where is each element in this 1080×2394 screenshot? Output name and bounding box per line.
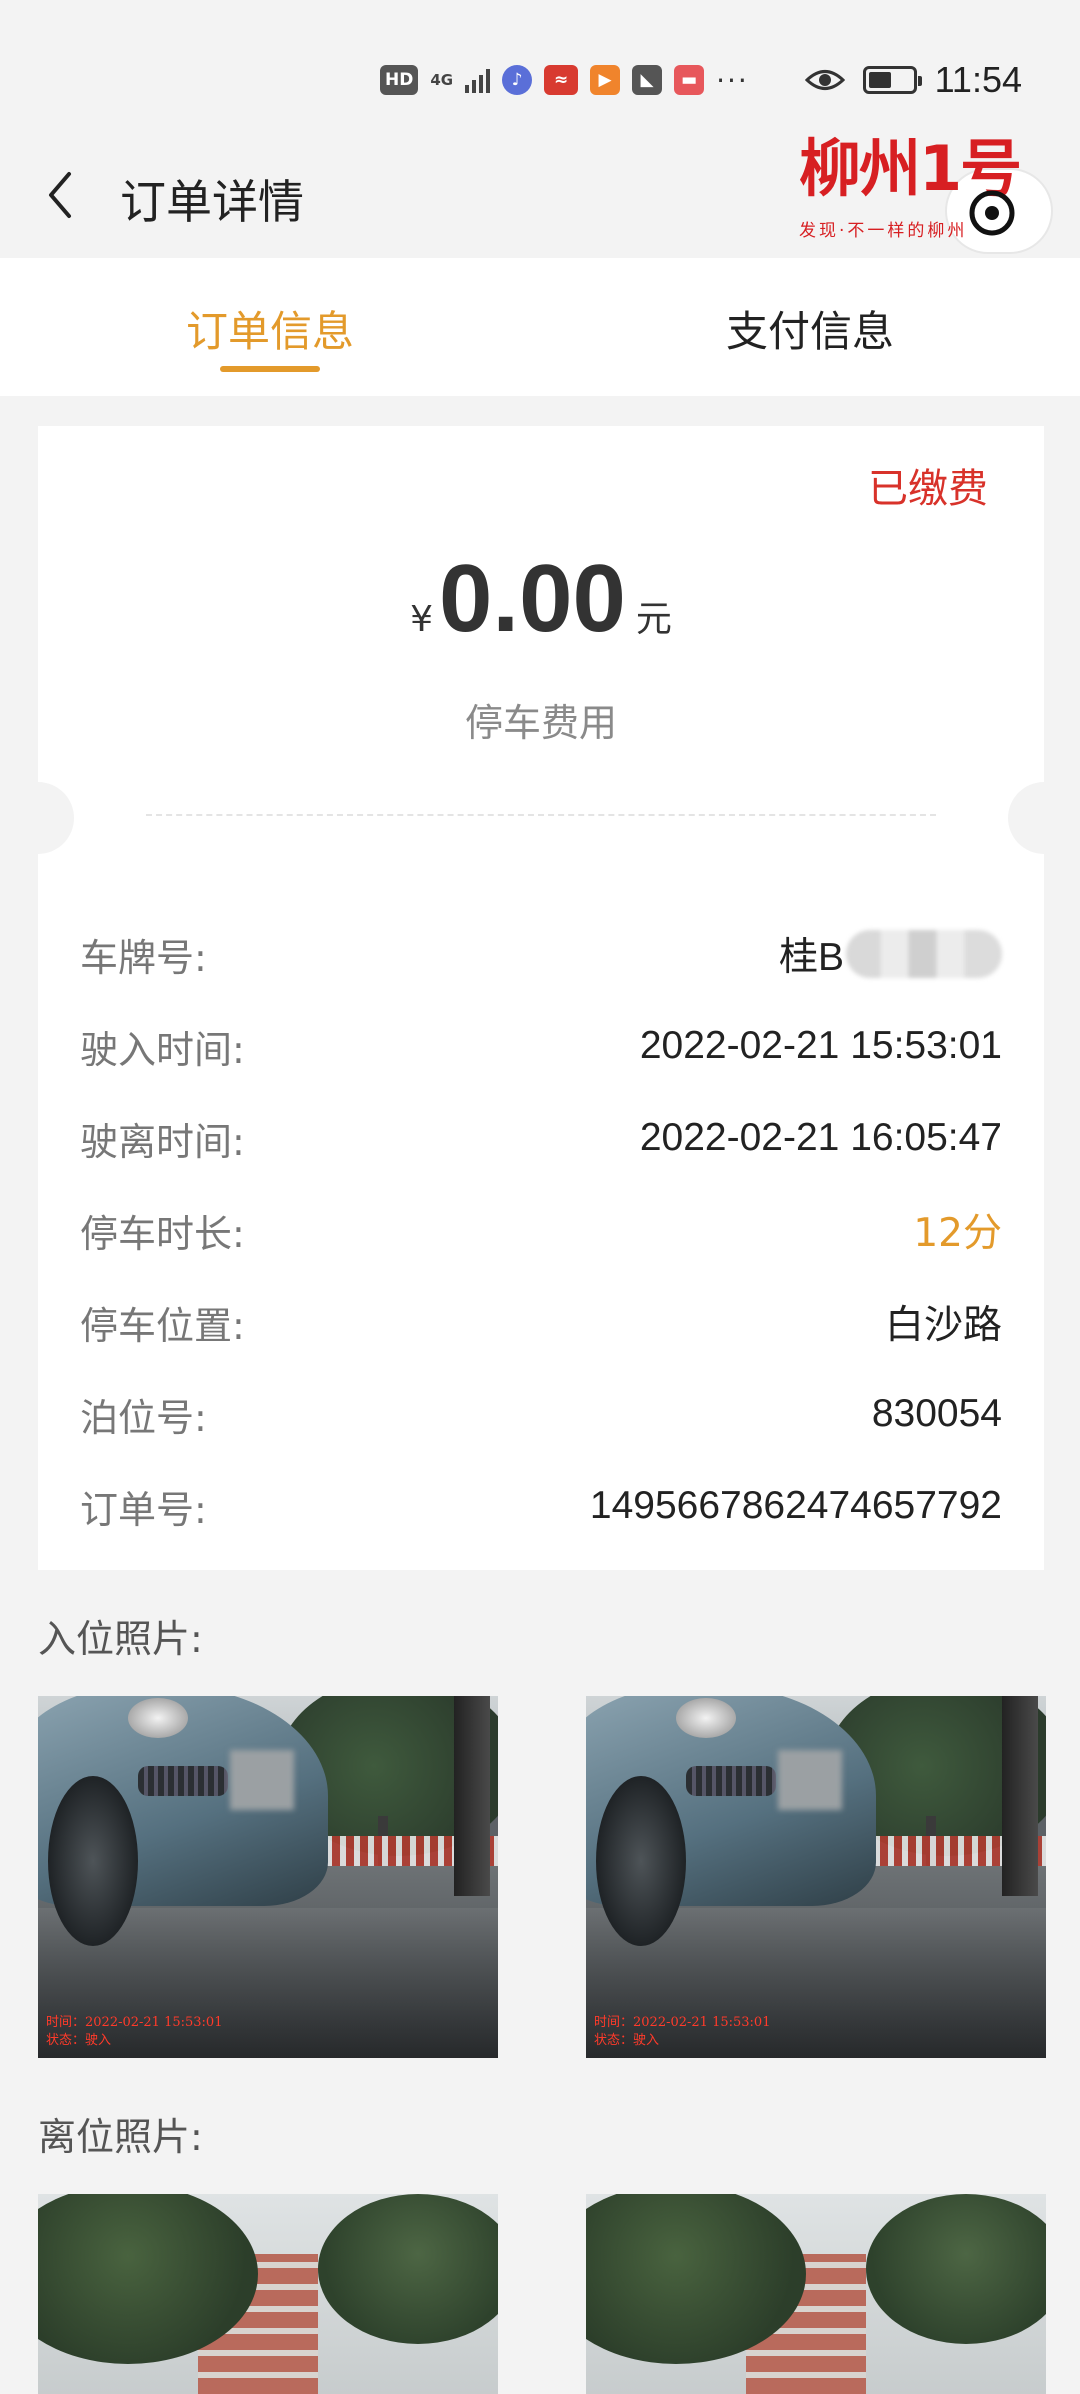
music-icon: ♪ bbox=[502, 65, 533, 95]
info-value: 桂B bbox=[778, 936, 844, 979]
amount: ¥ 0.00 元 bbox=[38, 544, 1044, 654]
tab-order-info[interactable]: 订单信息 bbox=[0, 258, 540, 396]
app-icon: ▬ bbox=[674, 65, 705, 95]
order-card: 已缴费 ¥ 0.00 元 停车费用 车牌号: 桂B 驶入时间: 2022-02-… bbox=[2, 426, 1080, 1570]
info-row-entry-time: 驶入时间: 2022-02-21 15:53:01 bbox=[80, 1000, 1002, 1092]
currency-symbol: ¥ bbox=[410, 599, 434, 640]
info-value: 2022-02-21 15:53:01 bbox=[639, 1024, 1002, 1067]
page-title: 订单详情 bbox=[120, 175, 304, 229]
signal-icon bbox=[465, 67, 491, 93]
nav-bar: 订单详情 柳州1号 发现·不一样的柳州 bbox=[0, 132, 1080, 255]
tab-label: 订单信息 bbox=[185, 307, 354, 356]
amount-unit: 元 bbox=[635, 599, 672, 640]
plate-number: 桂B bbox=[779, 926, 1002, 982]
info-label: 车牌号: bbox=[80, 935, 207, 980]
info-value: 830054 bbox=[871, 1392, 1002, 1435]
status-icons-right: 11:54 bbox=[804, 56, 1022, 104]
info-row-location: 停车位置: 白沙路 bbox=[80, 1276, 1002, 1368]
app-icon: ≈ bbox=[544, 65, 579, 95]
exit-photo[interactable] bbox=[586, 2194, 1046, 2394]
logo-subtitle: 发现·不一样的柳州 bbox=[799, 221, 968, 241]
more-icon: ··· bbox=[716, 63, 749, 97]
info-row-plate: 车牌号: 桂B bbox=[80, 908, 1002, 1000]
info-row-berth: 泊位号: 830054 bbox=[80, 1368, 1002, 1460]
info-value: 白沙路 bbox=[884, 1303, 1002, 1348]
battery-icon bbox=[862, 66, 922, 94]
ticket-notch bbox=[1008, 782, 1080, 854]
info-value: 2022-02-21 16:05:47 bbox=[639, 1116, 1002, 1159]
target-icon[interactable] bbox=[967, 188, 1017, 238]
eye-icon bbox=[804, 70, 845, 90]
payment-status-badge: 已缴费 bbox=[868, 466, 988, 512]
ticket-notch bbox=[2, 782, 74, 854]
info-value: 1495667862474657792 bbox=[589, 1484, 1002, 1527]
info-row-order-id: 订单号: 1495667862474657792 bbox=[80, 1460, 1002, 1552]
plate-redaction bbox=[846, 930, 1002, 978]
video-icon: ▶ bbox=[590, 65, 621, 95]
tab-payment-info[interactable]: 支付信息 bbox=[540, 258, 1080, 396]
entry-photo-image bbox=[586, 1696, 1046, 2058]
entry-photo[interactable]: 时间：2022-02-21 15:53:01 状态：驶入 bbox=[38, 1696, 498, 2058]
tab-label: 支付信息 bbox=[725, 307, 894, 356]
tab-bar: 订单信息 支付信息 bbox=[0, 258, 1080, 396]
dashed-divider bbox=[146, 814, 936, 816]
info-label: 驶离时间: bbox=[80, 1119, 245, 1164]
clock: 11:54 bbox=[934, 59, 1022, 100]
order-info-list: 车牌号: 桂B 驶入时间: 2022-02-21 15:53:01 驶离时间: … bbox=[80, 908, 1002, 1552]
entry-photo[interactable]: 时间：2022-02-21 15:53:01 状态：驶入 bbox=[586, 1696, 1046, 2058]
info-label: 泊位号: bbox=[80, 1395, 207, 1440]
back-button[interactable] bbox=[30, 160, 90, 230]
info-label: 停车位置: bbox=[80, 1303, 245, 1348]
info-row-duration: 停车时长: 12分 bbox=[80, 1184, 1002, 1276]
entry-photos-title: 入位照片: bbox=[38, 1617, 203, 1661]
photo-timestamp: 时间：2022-02-21 15:53:01 状态：驶入 bbox=[594, 2015, 771, 2048]
watermark-logo: 柳州1号 发现·不一样的柳州 bbox=[795, 124, 1055, 254]
info-row-exit-time: 驶离时间: 2022-02-21 16:05:47 bbox=[80, 1092, 1002, 1184]
exit-photo-image bbox=[38, 2194, 498, 2394]
entry-photo-image bbox=[38, 1696, 498, 2058]
info-label: 停车时长: bbox=[80, 1211, 245, 1256]
amount-value: 0.00 bbox=[439, 545, 626, 652]
exit-photo[interactable] bbox=[38, 2194, 498, 2394]
chevron-left-icon bbox=[49, 172, 71, 218]
network-type-label: 4G bbox=[430, 70, 454, 89]
status-icons-left: HD 4G ♪ ≈ ▶ ◣ ▬ ··· bbox=[380, 58, 749, 102]
info-label: 订单号: bbox=[80, 1487, 207, 1532]
exit-photo-image bbox=[586, 2194, 1046, 2394]
fee-label: 停车费用 bbox=[464, 701, 617, 745]
info-value: 12分 bbox=[913, 1211, 1002, 1256]
info-label: 驶入时间: bbox=[80, 1027, 245, 1072]
hd-icon: HD bbox=[380, 65, 419, 95]
exit-photos-title: 离位照片: bbox=[38, 2115, 203, 2159]
app-icon: ◣ bbox=[632, 65, 663, 95]
photo-timestamp: 时间：2022-02-21 15:53:01 状态：驶入 bbox=[46, 2015, 223, 2048]
active-tab-indicator bbox=[220, 366, 320, 372]
